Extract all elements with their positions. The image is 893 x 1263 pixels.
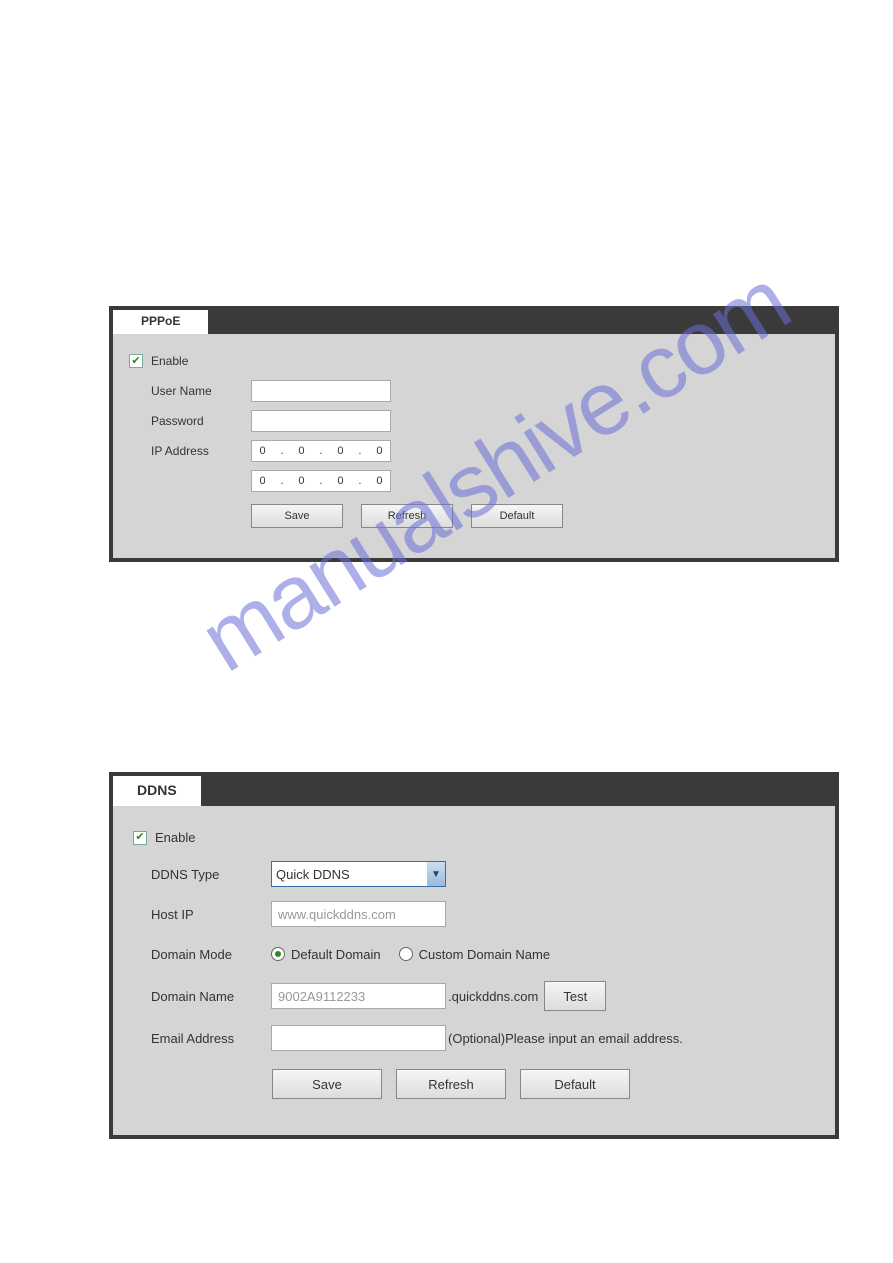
chevron-down-icon: ▼ <box>427 862 445 886</box>
default-button[interactable]: Default <box>471 504 563 528</box>
ddns-panel: DDNS ✔ Enable DDNS Type Quick DDNS ▼ Hos… <box>109 772 839 1139</box>
enable-checkbox[interactable]: ✔ <box>129 354 143 368</box>
tab-bar: DDNS <box>113 776 835 806</box>
refresh-button[interactable]: Refresh <box>361 504 453 528</box>
save-button[interactable]: Save <box>251 504 343 528</box>
ddns-content: ✔ Enable DDNS Type Quick DDNS ▼ Host IP … <box>113 806 835 1135</box>
ddns-type-value: Quick DDNS <box>276 867 350 882</box>
username-input[interactable] <box>251 380 391 402</box>
pppoe-content: ✔ Enable User Name Password IP Address 0… <box>113 334 835 558</box>
domain-suffix: .quickddns.com <box>448 989 538 1004</box>
check-icon: ✔ <box>131 356 140 367</box>
radio-default-label: Default Domain <box>291 947 381 962</box>
refresh-button[interactable]: Refresh <box>396 1069 506 1099</box>
radio-dot-icon <box>275 951 281 957</box>
email-input[interactable] <box>271 1025 446 1051</box>
tab-bar: PPPoE <box>113 310 835 334</box>
pppoe-panel: PPPoE ✔ Enable User Name Password IP Add… <box>109 306 839 562</box>
host-ip-label: Host IP <box>151 907 271 922</box>
ip-address-input-2[interactable]: 0. 0. 0. 0 <box>251 470 391 492</box>
ddns-type-select[interactable]: Quick DDNS ▼ <box>271 861 446 887</box>
radio-default-domain[interactable] <box>271 947 285 961</box>
default-button[interactable]: Default <box>520 1069 630 1099</box>
ip-address-label: IP Address <box>151 444 251 458</box>
domain-name-input[interactable]: 9002A9112233 <box>271 983 446 1009</box>
save-button[interactable]: Save <box>272 1069 382 1099</box>
check-icon: ✔ <box>135 832 144 843</box>
ddns-type-label: DDNS Type <box>151 867 271 882</box>
tab-ddns[interactable]: DDNS <box>113 776 201 806</box>
enable-checkbox[interactable]: ✔ <box>133 831 147 845</box>
enable-label: Enable <box>155 830 195 845</box>
password-label: Password <box>151 414 251 428</box>
email-label: Email Address <box>151 1031 271 1046</box>
domain-mode-label: Domain Mode <box>151 947 271 962</box>
username-label: User Name <box>151 384 251 398</box>
enable-label: Enable <box>151 354 188 368</box>
email-hint: (Optional)Please input an email address. <box>448 1031 683 1046</box>
radio-custom-domain[interactable] <box>399 947 413 961</box>
radio-custom-label: Custom Domain Name <box>419 947 551 962</box>
test-button[interactable]: Test <box>544 981 606 1011</box>
host-ip-input: www.quickddns.com <box>271 901 446 927</box>
ip-address-input-1[interactable]: 0. 0. 0. 0 <box>251 440 391 462</box>
password-input[interactable] <box>251 410 391 432</box>
domain-name-label: Domain Name <box>151 989 271 1004</box>
tab-pppoe[interactable]: PPPoE <box>113 310 208 334</box>
